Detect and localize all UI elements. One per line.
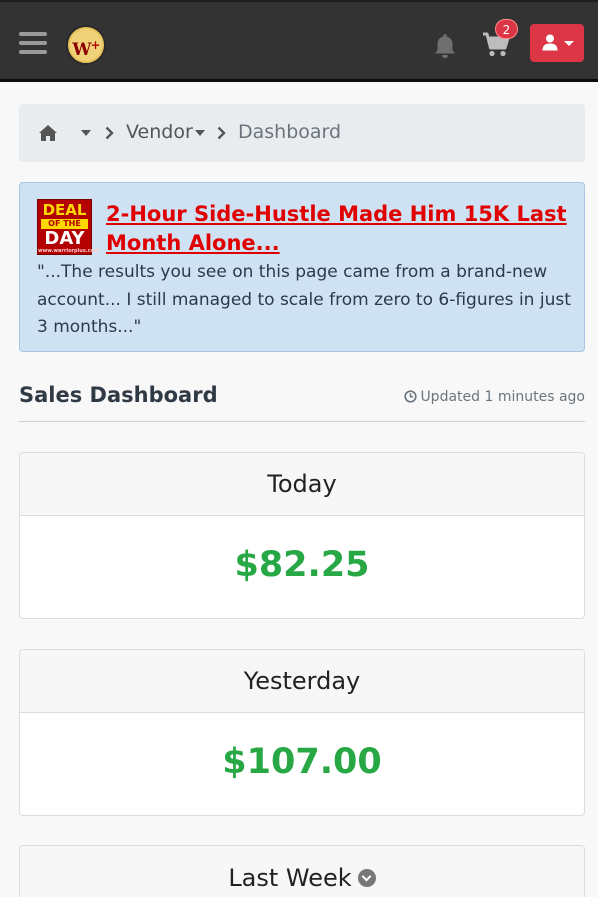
menu-icon[interactable] bbox=[19, 32, 47, 56]
card-header: Today bbox=[20, 453, 584, 516]
sales-amount: $82.25 bbox=[234, 545, 370, 585]
chevron-down-icon bbox=[564, 41, 574, 46]
home-icon[interactable] bbox=[38, 124, 58, 142]
card-header-label: Last Week bbox=[228, 864, 352, 892]
page-title: Sales Dashboard bbox=[19, 383, 218, 407]
sales-card-yesterday: Yesterday $107.00 bbox=[19, 649, 585, 816]
card-header[interactable]: Last Week bbox=[20, 846, 584, 897]
bell-icon[interactable] bbox=[433, 33, 457, 59]
brand-logo[interactable]: W+ bbox=[66, 25, 106, 65]
deal-of-the-day-banner: DEAL OF THE DAY www.warriorplus.com 2-Ho… bbox=[19, 182, 585, 352]
sales-card-today: Today $82.25 bbox=[19, 452, 585, 619]
last-updated-status: Updated 1 minutes ago bbox=[404, 389, 585, 405]
deal-title-link[interactable]: 2-Hour Side-Hustle Made Him 15K Last Mon… bbox=[106, 200, 576, 258]
cart-count-badge: 2 bbox=[495, 19, 518, 39]
chevron-right-icon bbox=[105, 126, 114, 140]
divider bbox=[19, 421, 585, 422]
chevron-down-circle-icon[interactable] bbox=[357, 869, 376, 887]
breadcrumb-vendor-link[interactable]: Vendor bbox=[126, 121, 193, 143]
user-icon bbox=[542, 34, 558, 51]
deal-of-the-day-badge[interactable]: DEAL OF THE DAY www.warriorplus.com bbox=[37, 199, 99, 255]
breadcrumb: Vendor Dashboard bbox=[19, 104, 585, 162]
clock-icon bbox=[404, 390, 418, 403]
sales-card-last-week: Last Week bbox=[19, 845, 585, 897]
chevron-down-icon[interactable] bbox=[195, 130, 205, 136]
deal-quote: "...The results you see on this page cam… bbox=[37, 262, 571, 337]
breadcrumb-current: Dashboard bbox=[238, 121, 342, 143]
chevron-right-icon bbox=[217, 126, 226, 140]
chevron-down-icon[interactable] bbox=[81, 130, 91, 136]
last-updated-text: Updated 1 minutes ago bbox=[420, 389, 585, 405]
sales-amount: $107.00 bbox=[222, 742, 382, 782]
card-header: Yesterday bbox=[20, 650, 584, 713]
top-navbar: W+ 2 bbox=[0, 0, 598, 82]
user-menu-button[interactable] bbox=[530, 24, 584, 62]
